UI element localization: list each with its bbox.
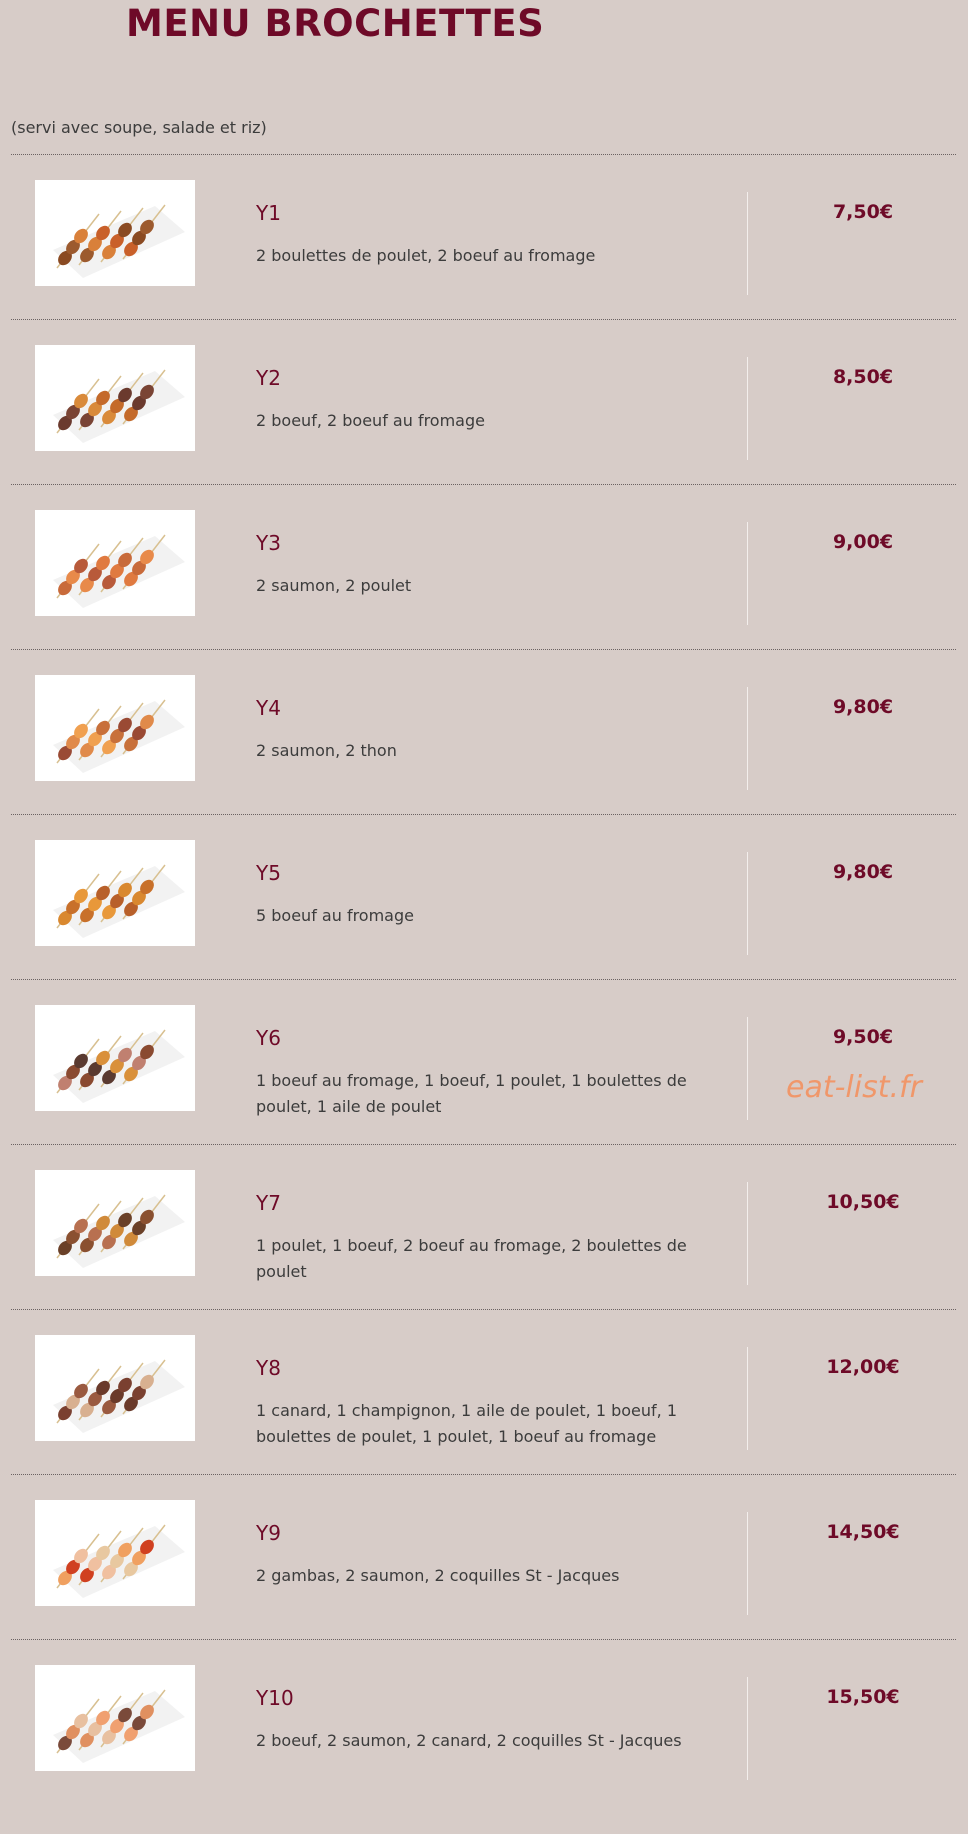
- item-code: Y7: [256, 1191, 281, 1215]
- item-price: 9,00€: [832, 531, 894, 553]
- item-description: 1 poulet, 1 boeuf, 2 boeuf au fromage, 2…: [256, 1236, 687, 1281]
- menu-item: Y9 2 gambas, 2 saumon, 2 coquilles St - …: [11, 1474, 956, 1639]
- skewer-photo-mixed-meatballs: [35, 1170, 195, 1276]
- skewer-photo-salmon-chicken: [35, 510, 195, 616]
- menu-item: Y8 1 canard, 1 champignon, 1 aile de pou…: [11, 1309, 956, 1474]
- skewer-photo-meatballs-cheese-beef: [35, 180, 195, 286]
- skewer-photo-salmon-tuna: [35, 675, 195, 781]
- menu-item: Y7 1 poulet, 1 boeuf, 2 boeuf au fromage…: [11, 1144, 956, 1309]
- menu-item: Y1 2 boulettes de poulet, 2 boeuf au fro…: [11, 154, 956, 319]
- menu-item: Y5 5 boeuf au fromage 9,80€: [11, 814, 956, 979]
- item-description: 2 saumon, 2 poulet: [256, 576, 412, 595]
- divider: [747, 852, 748, 955]
- item-code: Y10: [256, 1686, 294, 1710]
- item-code: Y8: [256, 1356, 281, 1380]
- divider: [747, 1512, 748, 1615]
- item-price: 7,50€: [832, 201, 894, 223]
- menu-list: Y1 2 boulettes de poulet, 2 boeuf au fro…: [11, 154, 956, 1804]
- item-description: 2 boeuf, 2 boeuf au fromage: [256, 411, 485, 430]
- item-price: 10,50€: [826, 1191, 900, 1213]
- skewer-photo-cheese-beef: [35, 840, 195, 946]
- page-title: MENU BROCHETTES: [126, 2, 545, 45]
- item-price: 9,80€: [832, 696, 894, 718]
- item-price: 8,50€: [832, 366, 894, 388]
- item-description: 2 boeuf, 2 saumon, 2 canard, 2 coquilles…: [256, 1731, 682, 1750]
- item-price: 12,00€: [826, 1356, 900, 1378]
- item-code: Y2: [256, 366, 281, 390]
- skewer-photo-assorted: [35, 1335, 195, 1441]
- divider: [747, 1182, 748, 1285]
- menu-item: Y2 2 boeuf, 2 boeuf au fromage 8,50€: [11, 319, 956, 484]
- item-code: Y5: [256, 861, 281, 885]
- item-description: 2 saumon, 2 thon: [256, 741, 397, 760]
- divider: [747, 357, 748, 460]
- watermark: eat-list.fr: [786, 1070, 922, 1105]
- item-code: Y9: [256, 1521, 281, 1545]
- menu-item: Y3 2 saumon, 2 poulet 9,00€: [11, 484, 956, 649]
- item-description: 1 canard, 1 champignon, 1 aile de poulet…: [256, 1401, 678, 1446]
- item-code: Y6: [256, 1026, 281, 1050]
- skewer-photo-seafood: [35, 1500, 195, 1606]
- divider: [747, 1017, 748, 1120]
- menu-item: Y10 2 boeuf, 2 saumon, 2 canard, 2 coqui…: [11, 1639, 956, 1804]
- item-price: 15,50€: [826, 1686, 900, 1708]
- item-code: Y4: [256, 696, 281, 720]
- menu-item: Y6 1 boeuf au fromage, 1 boeuf, 1 poulet…: [11, 979, 956, 1144]
- divider: [747, 1347, 748, 1450]
- divider: [747, 522, 748, 625]
- menu-subtitle: (servi avec soupe, salade et riz): [11, 118, 267, 137]
- item-code: Y1: [256, 201, 281, 225]
- item-price: 9,80€: [832, 861, 894, 883]
- menu-item: Y4 2 saumon, 2 thon 9,80€: [11, 649, 956, 814]
- skewer-photo-mixed-seafood: [35, 1665, 195, 1771]
- item-description: 5 boeuf au fromage: [256, 906, 414, 925]
- item-price: 9,50€: [832, 1026, 894, 1048]
- divider: [747, 1677, 748, 1780]
- item-code: Y3: [256, 531, 281, 555]
- skewer-photo-mixed: [35, 1005, 195, 1111]
- divider: [747, 687, 748, 790]
- item-price: 14,50€: [826, 1521, 900, 1543]
- item-description: 2 boulettes de poulet, 2 boeuf au fromag…: [256, 246, 596, 265]
- divider: [747, 192, 748, 295]
- item-description: 1 boeuf au fromage, 1 boeuf, 1 poulet, 1…: [256, 1071, 687, 1116]
- item-description: 2 gambas, 2 saumon, 2 coquilles St - Jac…: [256, 1566, 620, 1585]
- skewer-photo-beef-cheese-beef: [35, 345, 195, 451]
